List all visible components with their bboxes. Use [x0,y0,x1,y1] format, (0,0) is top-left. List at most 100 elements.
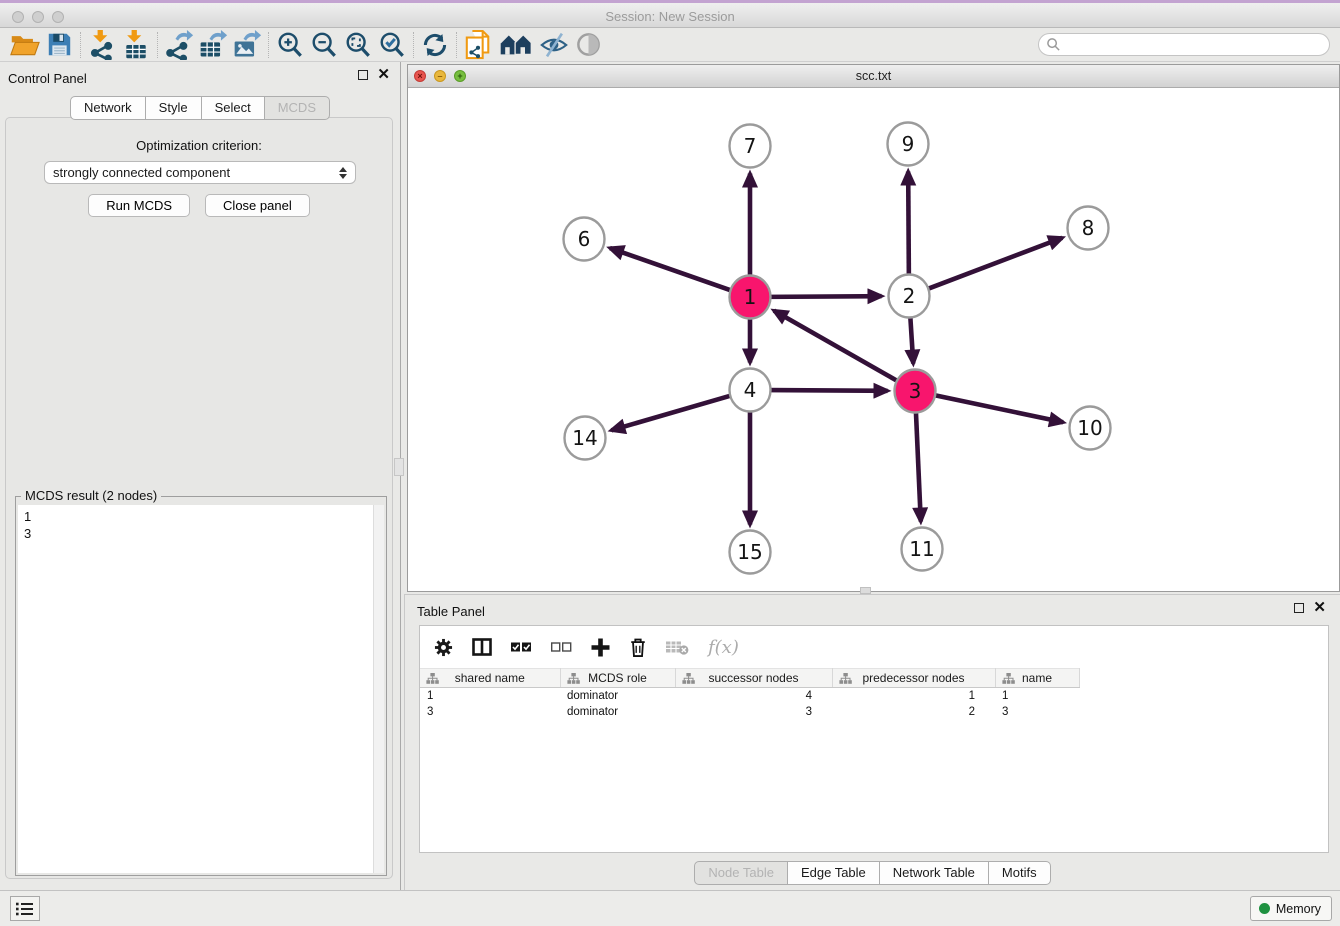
node-label-15: 15 [737,540,762,564]
edge-3-11[interactable] [916,409,921,521]
close-panel-button[interactable]: Close panel [205,194,310,217]
graph-node-4[interactable]: 4 [730,369,771,412]
zoom-fit-button[interactable] [341,30,375,60]
delete-column-button[interactable] [629,637,647,658]
table-cell[interactable]: 1 [995,688,1079,704]
table-cell[interactable]: 3 [420,704,560,720]
memory-button[interactable]: Memory [1250,896,1332,921]
app-titlebar: Session: New Session [0,0,1340,28]
graph-node-6[interactable]: 6 [564,218,605,261]
import-network-button[interactable] [85,30,119,60]
edge-2-8[interactable] [926,238,1062,290]
node-label-10: 10 [1077,416,1102,440]
clone-network-button[interactable] [461,30,495,60]
search-input[interactable] [1065,37,1329,53]
open-session-button[interactable] [8,30,42,60]
graph-node-10[interactable]: 10 [1070,407,1111,450]
tab-motifs[interactable]: Motifs [989,861,1051,885]
run-mcds-button[interactable]: Run MCDS [88,194,190,217]
home-layout-button[interactable] [495,30,537,60]
network-canvas[interactable]: 7 9 6 8 1 2 4 3 14 10 15 11 [408,88,1339,591]
apply-layout-button[interactable] [418,30,452,60]
table-cell[interactable]: 3 [675,704,832,720]
optimization-criterion-select[interactable]: strongly connected component [44,161,356,184]
mcds-result-area[interactable]: 1 3 [18,505,384,873]
edge-2-9[interactable] [908,171,909,277]
graph-node-11[interactable]: 11 [902,528,943,571]
vertical-split-handle[interactable] [394,458,404,476]
edge-1-6[interactable] [610,248,733,291]
column-browse-button[interactable] [472,638,492,656]
edge-3-10[interactable] [933,395,1063,422]
node-label-4: 4 [744,378,757,402]
show-hidden-button[interactable] [571,30,605,60]
edge-3-1[interactable] [774,311,899,382]
save-session-button[interactable] [42,30,76,60]
float-table-panel-icon[interactable] [1294,603,1304,613]
tab-node-table[interactable]: Node Table [694,861,788,885]
zoom-selected-button[interactable] [375,30,409,60]
graph-node-2[interactable]: 2 [889,275,930,318]
trash-icon [629,637,647,658]
import-table-button[interactable] [119,30,153,60]
table-cell[interactable]: 3 [995,704,1079,720]
table-cell[interactable]: 1 [832,688,995,704]
column-header-shared-name[interactable]: shared name [420,669,560,688]
hide-vizmap-button[interactable] [537,30,571,60]
tab-edge-table[interactable]: Edge Table [788,861,880,885]
graph-node-1[interactable]: 1 [730,276,771,319]
clone-network-icon [464,30,492,60]
delete-table-button[interactable] [666,639,689,655]
graph-node-14[interactable]: 14 [565,417,606,460]
table-row[interactable]: 1dominator411 [420,688,1079,704]
tab-network[interactable]: Network [70,96,146,120]
control-panel: Control Panel ✕ NetworkStyleSelectMCDS O… [0,62,401,890]
export-network-button[interactable] [162,30,196,60]
table-cell[interactable]: 1 [420,688,560,704]
table-cell[interactable]: dominator [560,688,675,704]
deselect-all-columns-button[interactable] [551,640,572,654]
edge-1-2[interactable] [768,296,881,297]
column-header-predecessor-nodes[interactable]: predecessor nodes [832,669,995,688]
tab-select[interactable]: Select [202,96,265,120]
session-title: Session: New Session [0,9,1340,24]
node-label-3: 3 [909,379,922,403]
task-history-button[interactable] [10,896,40,921]
graph-node-9[interactable]: 9 [888,123,929,166]
horizontal-split-handle[interactable] [860,587,871,594]
add-column-button[interactable] [591,638,610,657]
graph-node-15[interactable]: 15 [730,531,771,574]
column-header-successor-nodes[interactable]: successor nodes [675,669,832,688]
table-cell[interactable]: 2 [832,704,995,720]
table-row[interactable]: 3dominator323 [420,704,1079,720]
zoom-out-button[interactable] [307,30,341,60]
network-window-titlebar[interactable]: × – + scc.txt [408,65,1339,88]
edge-2-3[interactable] [910,314,913,363]
column-header-MCDS-role[interactable]: MCDS role [560,669,675,688]
export-image-button[interactable] [230,30,264,60]
float-panel-icon[interactable] [358,70,368,80]
function-builder-button[interactable]: f(x) [708,637,739,658]
column-header-name[interactable]: name [995,669,1079,688]
edge-4-14[interactable] [611,395,732,430]
table-settings-button[interactable] [434,638,453,657]
table-cell[interactable]: dominator [560,704,675,720]
table-header-row: shared nameMCDS rolesuccessor nodesprede… [420,669,1079,688]
close-table-panel-icon[interactable]: ✕ [1313,603,1326,613]
export-table-button[interactable] [196,30,230,60]
delete-table-icon [666,639,689,655]
select-all-columns-button[interactable] [511,640,532,654]
graph-node-3[interactable]: 3 [895,370,936,413]
tab-network-table[interactable]: Network Table [880,861,989,885]
result-scrollbar[interactable] [373,505,384,873]
edge-4-3[interactable] [768,390,887,391]
close-panel-icon[interactable]: ✕ [377,70,390,80]
graph-node-7[interactable]: 7 [730,125,771,168]
zoom-in-button[interactable] [273,30,307,60]
graph-node-8[interactable]: 8 [1068,207,1109,250]
control-panel-tabs: NetworkStyleSelectMCDS [0,96,400,120]
tab-mcds[interactable]: MCDS [265,96,330,120]
table-cell[interactable]: 4 [675,688,832,704]
search-field[interactable] [1038,33,1330,56]
tab-style[interactable]: Style [146,96,202,120]
